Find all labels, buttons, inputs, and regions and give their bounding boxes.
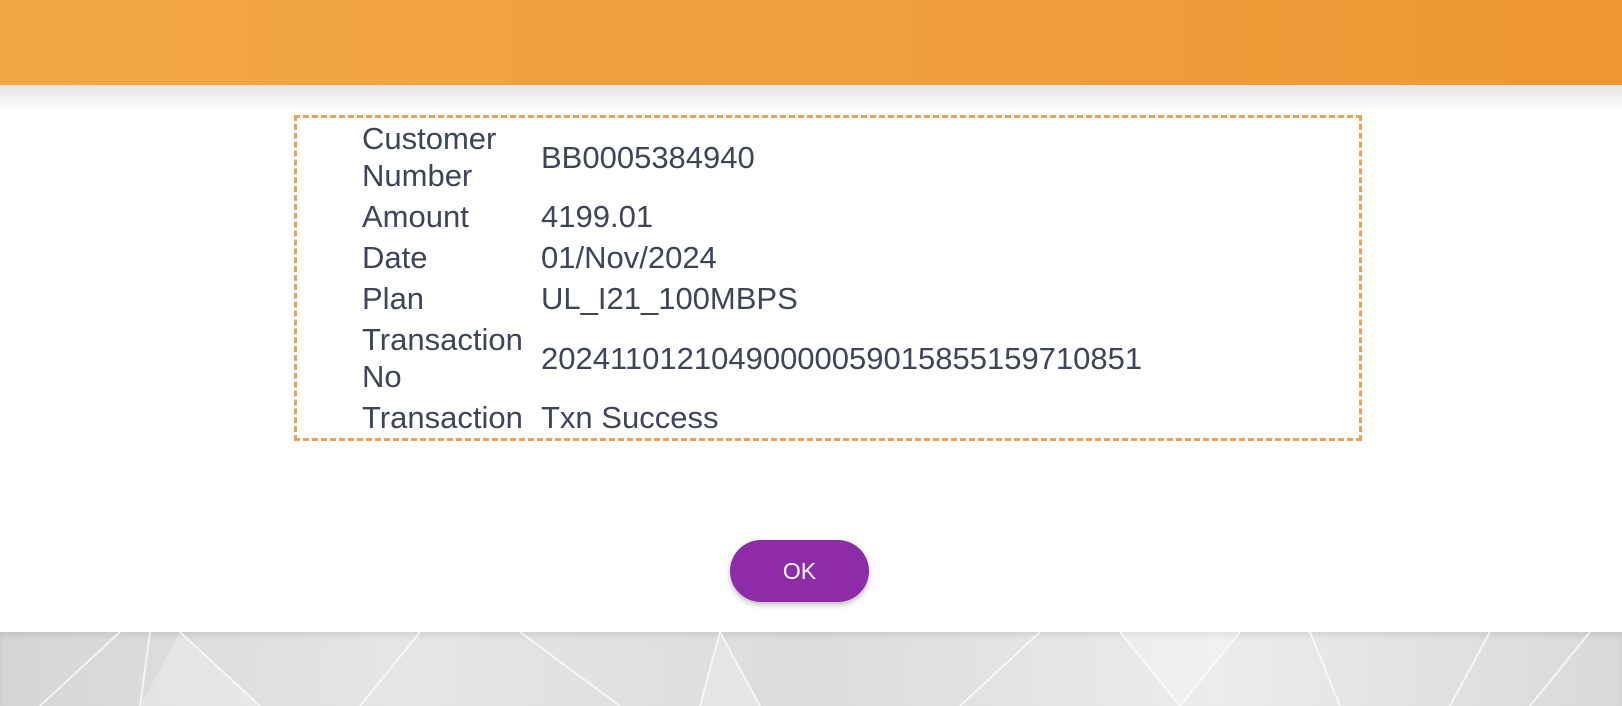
- transaction-status-value: Txn Success: [541, 400, 719, 435]
- plan-label: Plan: [362, 281, 425, 316]
- transaction-status-row: Transaction Txn Success: [362, 397, 1156, 438]
- transaction-no-value: 20241101210490000059015855159710851: [541, 340, 1143, 376]
- transaction-no-row: Transaction No 2024110121049000005901585…: [362, 319, 1156, 397]
- plan-value: UL_I21_100MBPS: [541, 281, 798, 316]
- header-banner: [0, 0, 1622, 85]
- transaction-no-label: Transaction No: [362, 322, 523, 394]
- customer-number-value: BB0005384940: [541, 139, 755, 175]
- transaction-status-label: Transaction: [362, 400, 523, 435]
- date-row: Date 01/Nov/2024: [362, 237, 1156, 278]
- ok-button[interactable]: OK: [730, 540, 869, 602]
- plan-row: Plan UL_I21_100MBPS: [362, 278, 1156, 319]
- footer-background: [0, 632, 1622, 706]
- geometric-pattern-icon: [39, 632, 1591, 706]
- date-label: Date: [362, 240, 428, 275]
- customer-number-label: Customer Number: [362, 121, 497, 193]
- customer-number-row: Customer Number BB0005384940: [362, 118, 1156, 196]
- amount-value: 4199.01: [541, 199, 654, 234]
- transaction-details-table: Customer Number BB0005384940 Amount 4199…: [362, 118, 1156, 438]
- amount-row: Amount 4199.01: [362, 196, 1156, 237]
- amount-label: Amount: [362, 199, 469, 234]
- date-value: 01/Nov/2024: [541, 240, 717, 275]
